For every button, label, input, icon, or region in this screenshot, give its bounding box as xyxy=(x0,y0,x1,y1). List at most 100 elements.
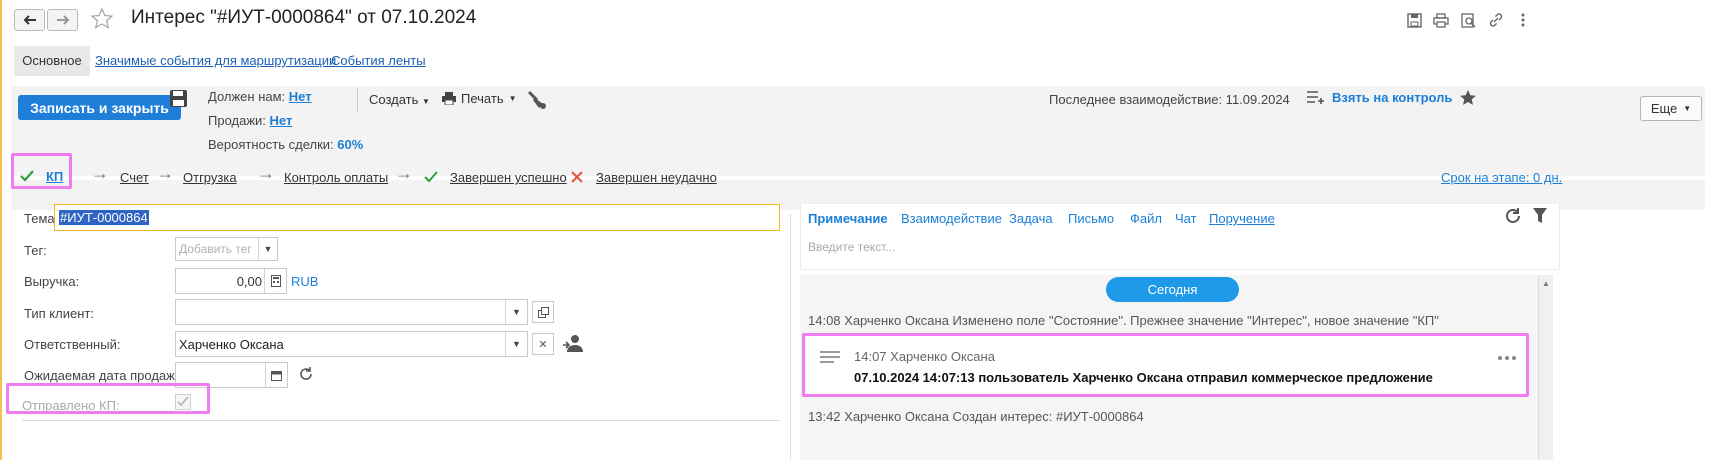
feed-tab-task[interactable]: Задача xyxy=(1009,211,1053,226)
arrow-right-icon: → xyxy=(257,163,275,183)
take-control-label: Взять на контроль xyxy=(1332,89,1453,105)
caret-down-icon: ▼ xyxy=(508,94,517,103)
add-list-icon xyxy=(1307,91,1324,104)
tag-placeholder: Добавить тег xyxy=(179,242,252,256)
revenue-input[interactable]: 0,00 xyxy=(175,268,287,294)
refresh-feed-icon[interactable] xyxy=(1504,207,1522,228)
clean-up-icon[interactable] xyxy=(525,88,547,113)
revenue-value: 0,00 xyxy=(236,274,262,289)
cross-red-icon xyxy=(571,171,583,186)
client-type-input[interactable]: ▼ xyxy=(175,299,528,325)
checkmark-icon xyxy=(20,170,34,185)
feed-card-header: 14:07 Харченко Оксана xyxy=(854,349,995,364)
caret-down-icon: ▼ xyxy=(1683,104,1692,113)
forward-button[interactable] xyxy=(47,9,78,31)
calendar-icon[interactable] xyxy=(265,363,287,387)
kebab-menu-icon[interactable] xyxy=(1514,11,1532,29)
note-lines-icon xyxy=(819,350,841,369)
create-dropdown-button[interactable]: Создать ▼ xyxy=(369,92,430,107)
client-type-label: Тип клиент: xyxy=(24,306,94,321)
stage-payment-control[interactable]: Контроль оплаты xyxy=(284,170,388,185)
check-green-icon xyxy=(424,171,438,186)
stage-invoice[interactable]: Счет xyxy=(120,170,149,185)
calculator-icon[interactable] xyxy=(264,269,286,293)
create-label: Создать xyxy=(369,92,419,107)
stage-kp[interactable]: КП xyxy=(46,169,63,184)
responsible-value: Харченко Оксана xyxy=(179,337,284,352)
more-button[interactable]: Еще ▼ xyxy=(1640,96,1702,121)
sent-kp-checkbox[interactable] xyxy=(175,394,191,410)
subject-input[interactable]: #ИУТ-0000864 xyxy=(54,204,780,231)
save-disk-icon[interactable] xyxy=(1405,11,1423,29)
star-filled-icon[interactable] xyxy=(1459,89,1477,110)
window-left-border xyxy=(0,0,2,460)
tab-main[interactable]: Основное xyxy=(14,46,90,76)
toolbar-divider xyxy=(357,88,358,112)
feed-entry: 13:42 Харченко Оксана Создан интерес: #И… xyxy=(808,409,1144,424)
probability-label: Вероятность сделки: xyxy=(208,137,334,152)
feed-tab-note[interactable]: Примечание xyxy=(808,211,888,226)
tag-dropdown-icon[interactable]: ▼ xyxy=(258,238,277,260)
last-interaction: Последнее взаимодействие: 11.09.2024 xyxy=(1049,92,1290,107)
probability-value: 60% xyxy=(337,137,364,152)
responsible-dropdown-icon[interactable]: ▼ xyxy=(505,332,527,356)
arrow-left-icon xyxy=(23,15,36,25)
clear-x-icon[interactable]: ✕ xyxy=(532,333,554,355)
tag-input[interactable]: Добавить тег ▼ xyxy=(175,237,278,261)
comment-input[interactable]: Введите текст... xyxy=(808,240,895,254)
feed-scrollbar[interactable]: ▲ xyxy=(1538,275,1553,460)
stage-failure[interactable]: Завершен неудачно xyxy=(596,170,717,185)
open-form-icon[interactable] xyxy=(532,301,554,323)
back-button[interactable] xyxy=(14,9,45,31)
highlight-feed-card xyxy=(802,333,1529,397)
arrow-right-icon: → xyxy=(156,163,174,183)
panel-divider xyxy=(790,214,791,460)
client-type-dropdown-icon[interactable]: ▼ xyxy=(505,300,527,324)
stage-deadline-link[interactable]: Срок на этапе: 0 дн. xyxy=(1441,170,1562,185)
revenue-label: Выручка: xyxy=(24,274,80,289)
arrow-right-icon xyxy=(56,15,69,25)
feed-entry: 14:08 Харченко Оксана Изменено поле "Сос… xyxy=(808,313,1439,328)
feed-card-text: 07.10.2024 14:07:13 пользователь Харченк… xyxy=(854,370,1433,385)
tab-feed-events[interactable]: События ленты xyxy=(331,46,426,76)
today-pill: Сегодня xyxy=(1106,277,1239,302)
user-select-icon[interactable] xyxy=(562,333,584,356)
print-icon[interactable] xyxy=(1432,11,1450,29)
feed-tab-file[interactable]: Файл xyxy=(1130,211,1162,226)
printer-icon xyxy=(442,92,456,105)
save-icon[interactable] xyxy=(169,89,188,111)
window-title: Интерес "#ИУТ-0000864" от 07.10.2024 xyxy=(131,7,477,28)
refresh-icon[interactable] xyxy=(298,366,314,385)
feed-tab-letter[interactable]: Письмо xyxy=(1068,211,1114,226)
preview-icon[interactable] xyxy=(1459,11,1477,29)
link-icon[interactable] xyxy=(1487,11,1505,29)
checkmark-icon xyxy=(177,396,189,407)
tag-label: Тег: xyxy=(24,243,47,258)
form-divider xyxy=(22,420,780,421)
currency-link[interactable]: RUB xyxy=(291,274,318,289)
filter-icon[interactable] xyxy=(1532,207,1548,228)
owes-label: Должен нам: xyxy=(208,89,286,104)
sent-kp-label: Отправлено КП: xyxy=(22,398,120,413)
feed-tab-chat[interactable]: Чат xyxy=(1175,211,1197,226)
more-dots-icon[interactable] xyxy=(1497,349,1517,364)
stage-success[interactable]: Завершен успешно xyxy=(450,170,567,185)
responsible-input[interactable]: Харченко Оксана ▼ xyxy=(175,331,528,357)
stage-shipment[interactable]: Отгрузка xyxy=(183,170,237,185)
print-dropdown-button[interactable]: Печать ▼ xyxy=(442,91,517,106)
print-label: Печать xyxy=(461,91,504,106)
arrow-right-icon: → xyxy=(395,163,413,183)
take-control-button[interactable]: Взять на контроль xyxy=(1306,89,1452,105)
save-and-close-button[interactable]: Записать и закрыть xyxy=(18,95,181,120)
more-label: Еще xyxy=(1650,101,1678,116)
tab-routing-events[interactable]: Значимые события для маршрутизации xyxy=(95,46,336,76)
subject-value: #ИУТ-0000864 xyxy=(59,210,149,225)
owes-value-link[interactable]: Нет xyxy=(289,89,312,104)
arrow-right-icon: → xyxy=(91,163,109,183)
caret-down-icon: ▼ xyxy=(422,97,430,106)
feed-tab-interaction[interactable]: Взаимодействие xyxy=(901,211,1002,226)
favorite-star-icon[interactable] xyxy=(90,7,114,34)
scroll-up-icon[interactable]: ▲ xyxy=(1542,279,1550,288)
sales-value-link[interactable]: Нет xyxy=(270,113,293,128)
feed-tab-assignment[interactable]: Поручение xyxy=(1209,211,1275,226)
